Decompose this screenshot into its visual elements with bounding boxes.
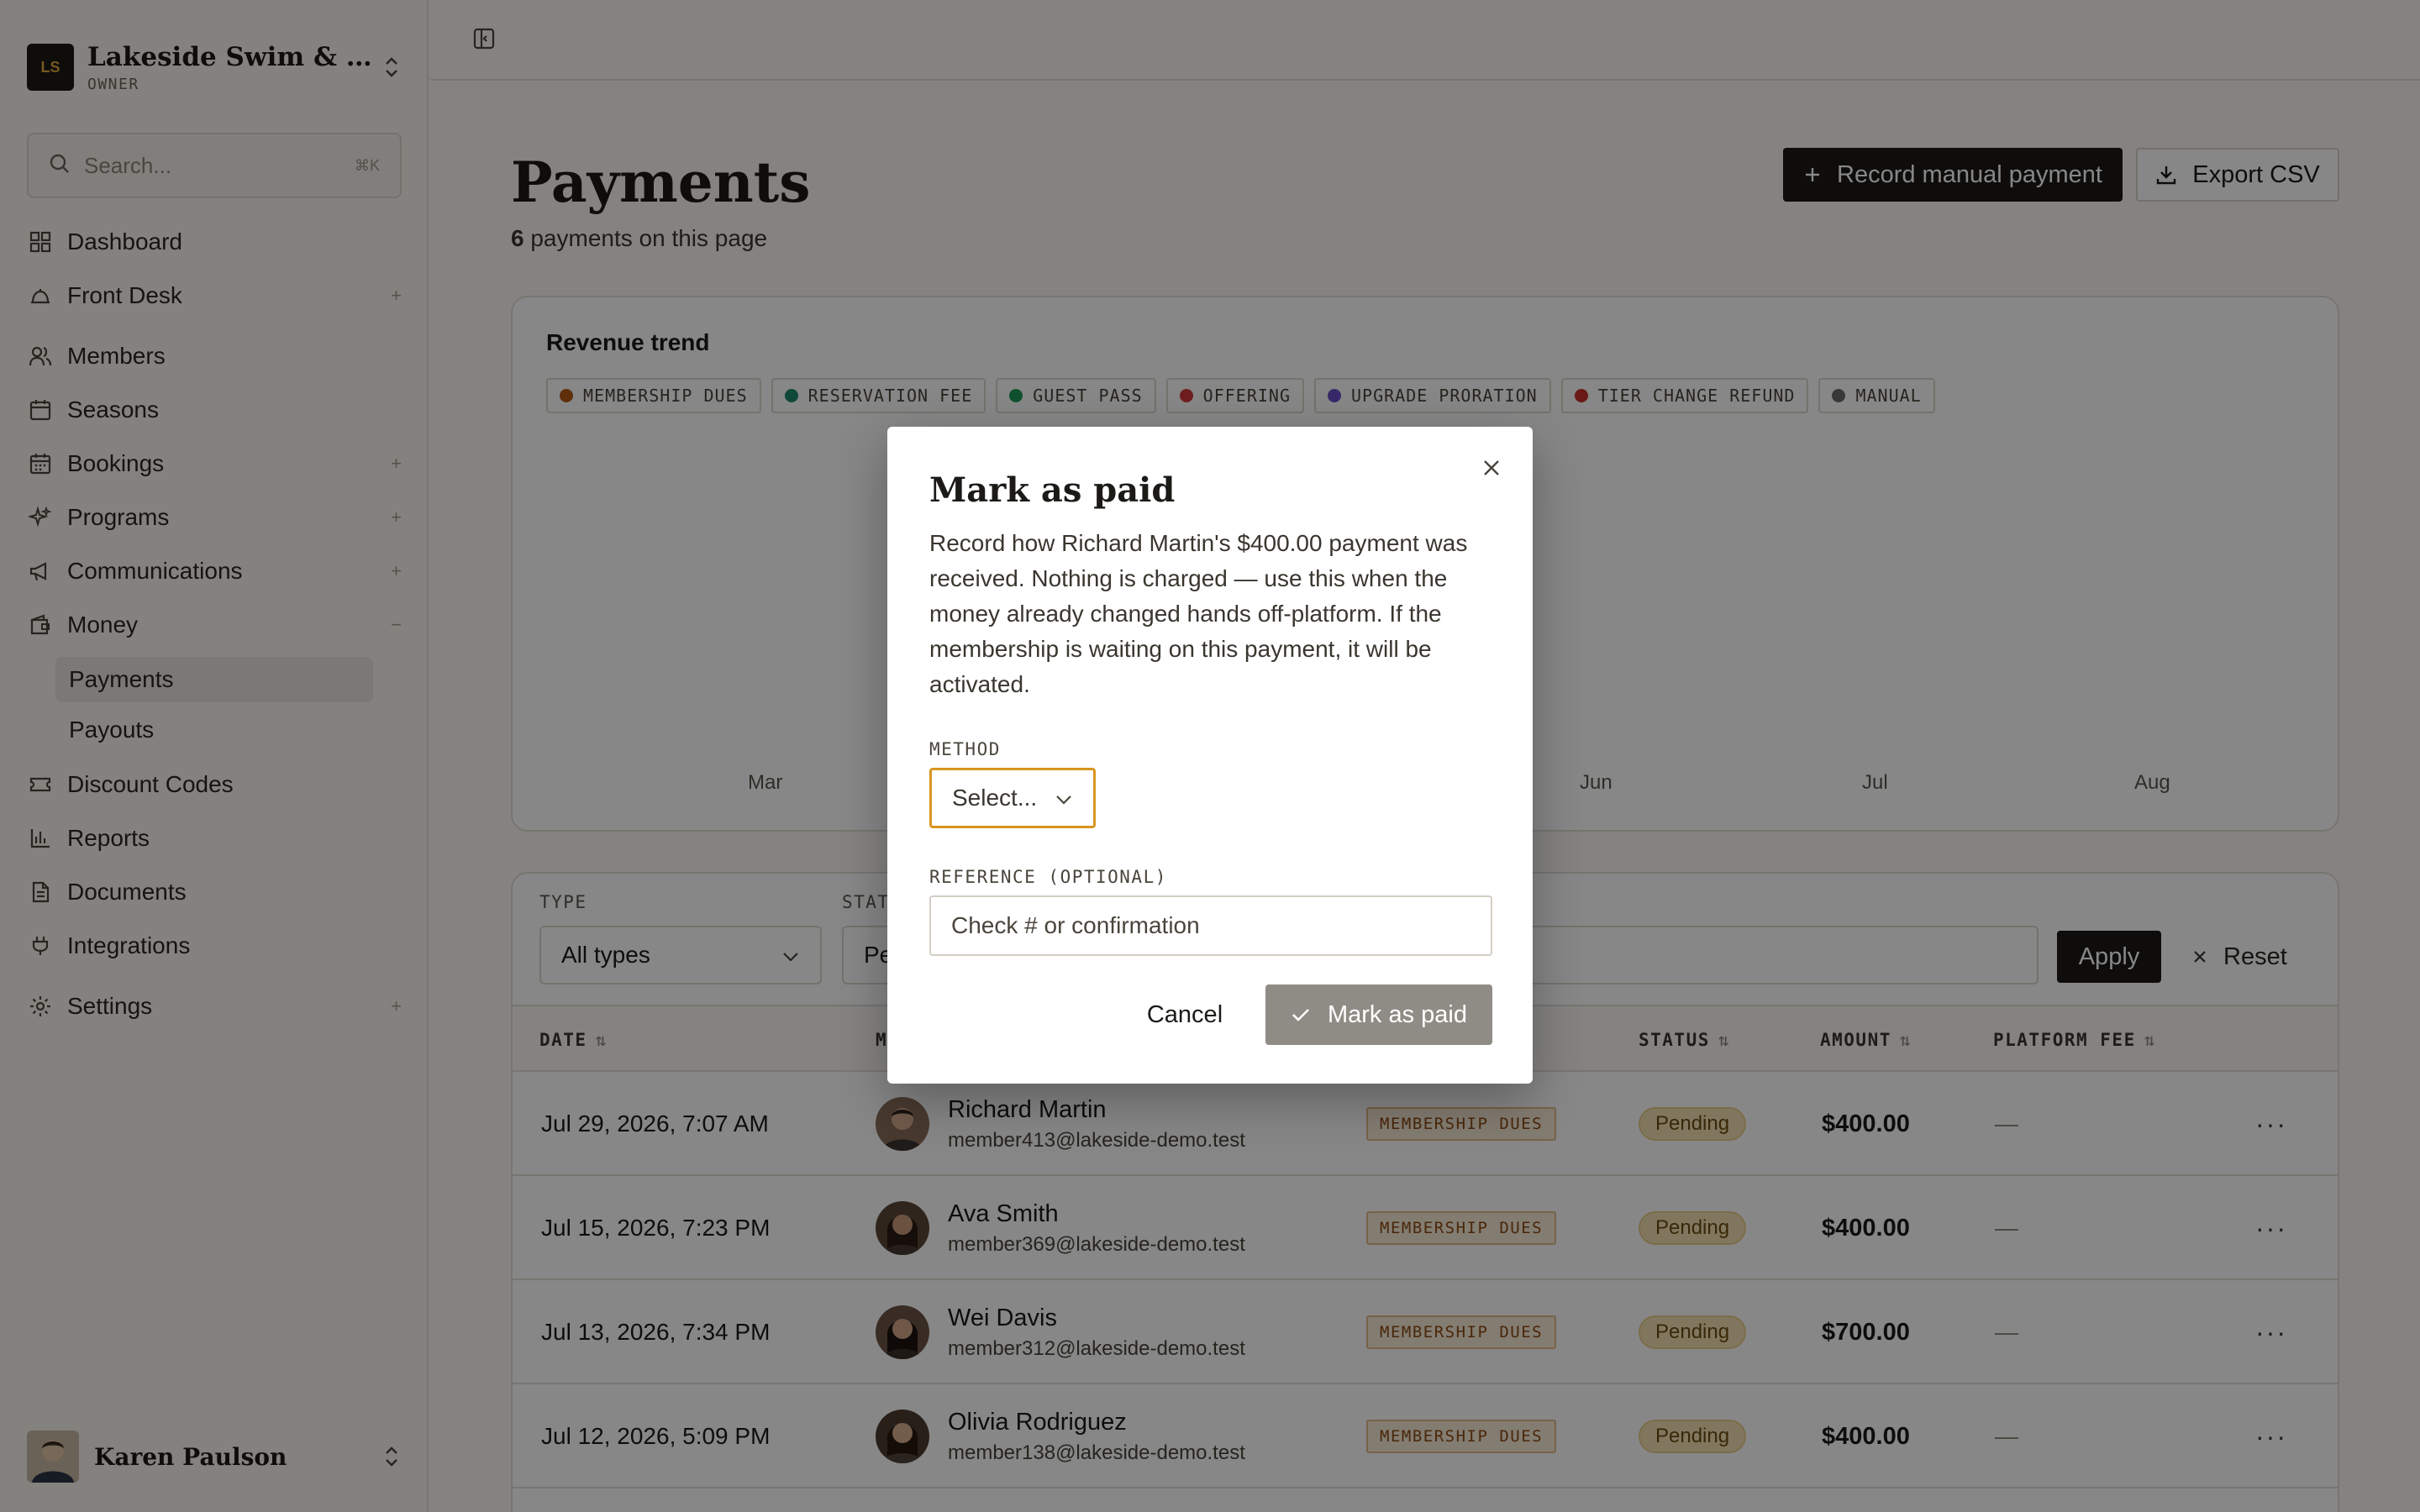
dialog-title: Mark as paid [929,470,1176,510]
chevron-down-icon [1055,785,1073,811]
method-select-value: Select... [952,785,1038,811]
mark-as-paid-dialog: Mark as paid Record how Richard Martin's… [887,427,1533,1084]
reference-input[interactable]: Check # or confirmation [929,895,1492,956]
check-icon [1291,1006,1311,1023]
cancel-button[interactable]: Cancel [1134,984,1235,1045]
close-icon[interactable] [1481,457,1502,483]
method-select[interactable]: Select... [929,768,1096,828]
mark-as-paid-button[interactable]: Mark as paid [1265,984,1492,1045]
method-label: METHOD [929,739,1001,759]
reference-label: REFERENCE (OPTIONAL) [929,867,1167,887]
mark-as-paid-label: Mark as paid [1327,1000,1467,1028]
reference-placeholder: Check # or confirmation [951,912,1200,938]
dialog-description: Record how Richard Martin's $400.00 paym… [929,530,1468,697]
